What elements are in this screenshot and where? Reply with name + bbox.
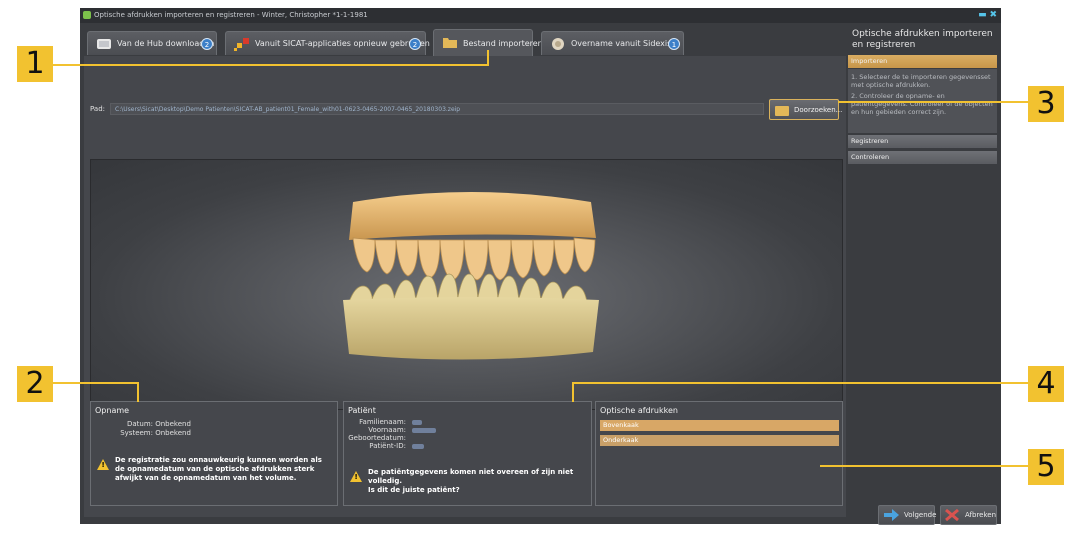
voornaam-redacted bbox=[412, 427, 437, 433]
impression-item-bovenkaak[interactable]: Bovenkaak bbox=[600, 420, 839, 431]
3d-preview-viewport[interactable] bbox=[90, 159, 843, 410]
sidebar-title: Optische afdrukken importeren en registr… bbox=[852, 29, 993, 50]
opname-datum: Datum: Onbekend bbox=[95, 420, 191, 428]
datum-label: Datum: bbox=[126, 420, 153, 428]
path-input[interactable]: C:\Users\Sicat\Desktop\Demo Patienten\SI… bbox=[110, 103, 764, 115]
import-step-2: 2. Controleer de opname- en patiëntgegev… bbox=[851, 92, 993, 116]
voornaam-label: Voornaam: bbox=[368, 426, 406, 434]
tab-badge: 1 bbox=[668, 38, 680, 50]
callout-1-leader bbox=[487, 50, 489, 66]
warning-icon bbox=[350, 471, 362, 482]
patient-id-row: Patiënt-ID: bbox=[348, 442, 425, 450]
next-button[interactable]: Volgende bbox=[878, 505, 937, 525]
path-label: Pad: bbox=[90, 105, 105, 113]
familienaam-label: Familienaam: bbox=[359, 418, 406, 426]
callout-5: 5 bbox=[1028, 449, 1064, 485]
tab-label: Vanuit SICAT-applicaties opnieuw gebruik… bbox=[255, 39, 430, 48]
workflow-sidebar: Optische afdrukken importeren en registr… bbox=[848, 25, 1001, 525]
cancel-button[interactable]: Afbreken bbox=[940, 505, 997, 525]
tab-file-import[interactable]: Bestand importeren bbox=[433, 29, 543, 56]
warning-icon bbox=[97, 459, 109, 470]
tab-badge: 2 bbox=[201, 38, 213, 50]
lower-jaw-base bbox=[343, 297, 599, 360]
main-area: Van de Hub downloaden 2 Vanuit SICAT-app… bbox=[84, 25, 846, 517]
cancel-x-icon bbox=[945, 509, 959, 521]
tab-badge: 2 bbox=[409, 38, 421, 50]
opname-warning-text: De registratie zou onnauwkeurig kunnen w… bbox=[115, 456, 322, 482]
patient-id-label: Patiënt-ID: bbox=[369, 442, 406, 450]
arrow-right-icon bbox=[884, 509, 899, 521]
patient-warning-line1: De patiëntgegevens komen niet overeen of… bbox=[368, 468, 574, 476]
callout-2: 2 bbox=[17, 366, 53, 402]
patient-id-redacted bbox=[412, 443, 425, 449]
opname-panel: Opname Datum: Onbekend Systeem: Onbekend… bbox=[90, 401, 338, 506]
callout-4-line bbox=[572, 382, 1032, 384]
close-icon[interactable]: ✖ bbox=[989, 10, 997, 20]
tab-label: Overname vanuit Sidexis 4 bbox=[571, 39, 679, 48]
callout-4-leader bbox=[572, 382, 574, 402]
sicat-apps-icon bbox=[234, 38, 249, 51]
optical-impressions-title: Optische afdrukken bbox=[600, 406, 678, 415]
sidexis-icon bbox=[552, 38, 564, 50]
familienaam-redacted bbox=[412, 419, 423, 425]
app-logo-icon bbox=[83, 11, 91, 19]
callout-3-line bbox=[838, 101, 1033, 103]
tab-label: Van de Hub downloaden bbox=[117, 39, 215, 48]
tab-label: Bestand importeren bbox=[463, 39, 543, 48]
sidebar-section-registreren[interactable]: Registreren bbox=[848, 135, 997, 148]
browse-button[interactable]: Doorzoeken... bbox=[769, 99, 843, 120]
tab-bar: Van de Hub downloaden 2 Vanuit SICAT-app… bbox=[84, 25, 846, 56]
upper-jaw-base bbox=[349, 192, 596, 240]
folder-icon bbox=[443, 38, 457, 48]
callout-5-line bbox=[820, 465, 1032, 467]
callout-3: 3 bbox=[1028, 86, 1064, 122]
sidebar-section-importeren[interactable]: Importeren bbox=[848, 55, 997, 68]
folder-icon bbox=[775, 106, 789, 116]
systeem-label: Systeem: bbox=[120, 429, 153, 437]
patient-warning-line2: volledig. bbox=[368, 477, 402, 485]
title-bar: Optische afdrukken importeren en registr… bbox=[80, 8, 1001, 23]
opname-title: Opname bbox=[95, 406, 130, 415]
impression-item-onderkaak[interactable]: Onderkaak bbox=[600, 435, 839, 446]
cancel-label: Afbreken bbox=[965, 511, 997, 519]
window-title: Optische afdrukken importeren en registr… bbox=[94, 11, 368, 19]
systeem-value: Onbekend bbox=[155, 429, 191, 437]
familienaam-row: Familienaam: bbox=[348, 418, 423, 426]
callout-2-line bbox=[38, 382, 138, 384]
tab-sidexis[interactable]: Overname vanuit Sidexis 4 1 bbox=[541, 31, 684, 55]
upper-teeth bbox=[352, 237, 596, 281]
patient-panel: Patiënt Familienaam: Voornaam: Geboorted… bbox=[343, 401, 592, 506]
import-step-1: 1. Selecteer de te importeren gegevensse… bbox=[851, 73, 991, 89]
geboortedatum-row: Geboortedatum: bbox=[348, 434, 406, 442]
browse-label: Doorzoeken... bbox=[794, 106, 843, 114]
opname-systeem: Systeem: Onbekend bbox=[95, 429, 191, 437]
window-controls: ▬ ✖ bbox=[978, 10, 997, 20]
optical-impressions-panel: Optische afdrukken Bovenkaak Onderkaak bbox=[595, 401, 843, 506]
patient-warning-line3: Is dit de juiste patiënt? bbox=[368, 486, 460, 494]
callout-4: 4 bbox=[1028, 366, 1064, 402]
callout-1-line bbox=[38, 64, 488, 66]
tab-sicat-reuse[interactable]: Vanuit SICAT-applicaties opnieuw gebruik… bbox=[225, 31, 430, 55]
application-window: Optische afdrukken importeren en registr… bbox=[80, 8, 1001, 525]
callout-1: 1 bbox=[17, 46, 53, 82]
callout-2-leader bbox=[137, 382, 139, 402]
tab-hub-download[interactable]: Van de Hub downloaden 2 bbox=[87, 31, 217, 55]
voornaam-row: Voornaam: bbox=[348, 426, 437, 434]
geboortedatum-label: Geboortedatum: bbox=[348, 434, 406, 442]
minimize-icon[interactable]: ▬ bbox=[978, 10, 987, 20]
datum-value: Onbekend bbox=[155, 420, 191, 428]
dental-model-render bbox=[343, 192, 599, 360]
patient-title: Patiënt bbox=[348, 406, 376, 415]
hub-download-icon bbox=[97, 39, 111, 49]
path-row: Pad: C:\Users\Sicat\Desktop\Demo Patient… bbox=[90, 99, 843, 121]
sidebar-section-controleren[interactable]: Controleren bbox=[848, 151, 997, 164]
next-label: Volgende bbox=[904, 511, 937, 519]
